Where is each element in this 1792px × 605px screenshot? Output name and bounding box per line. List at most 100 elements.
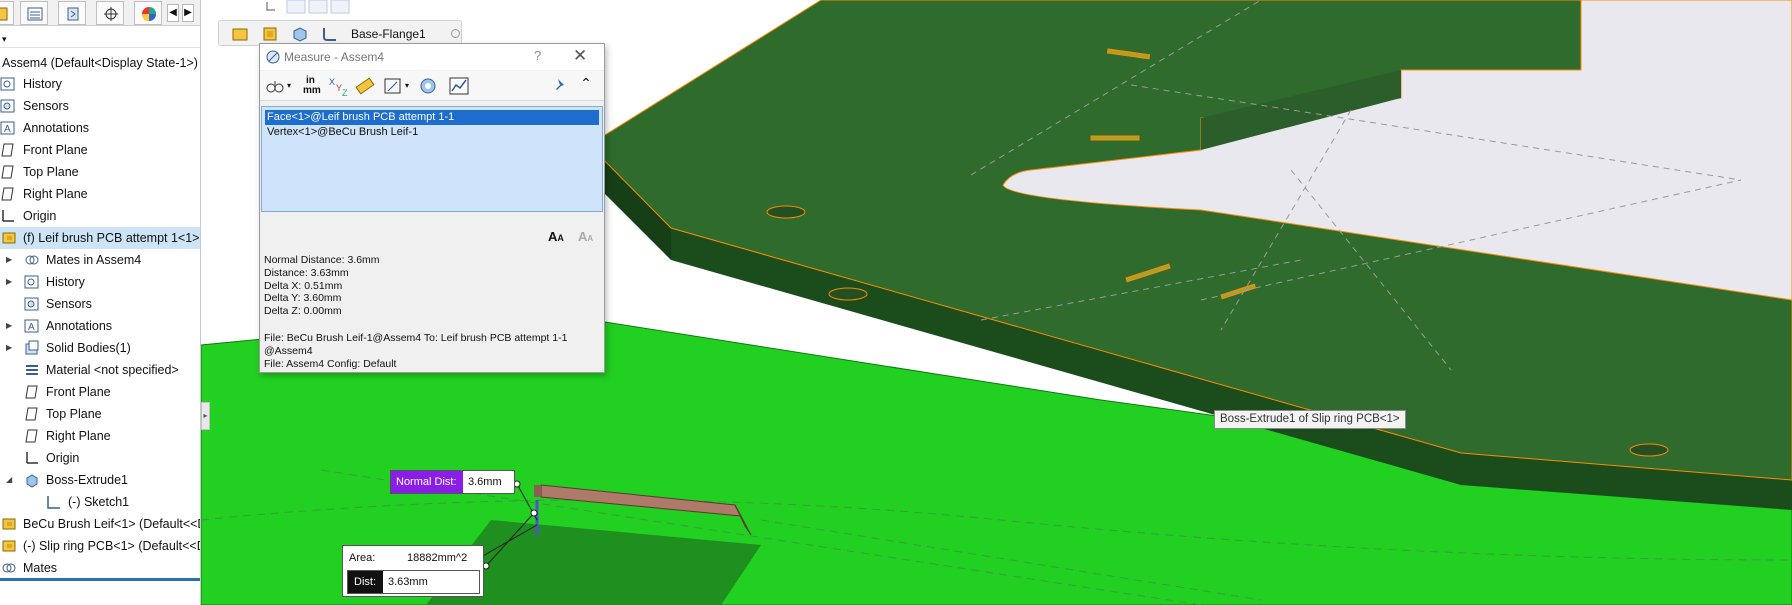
tree-item-right-plane[interactable]: Right Plane [0, 183, 200, 205]
tree-item-label: Origin [46, 451, 80, 465]
feature-tree-icon [0, 7, 8, 21]
tab-feature-manager[interactable] [0, 1, 14, 25]
tree-item-label: Front Plane [46, 385, 111, 399]
history-icon [24, 275, 39, 289]
tree-item-material[interactable]: Material <not specified> [0, 359, 200, 381]
tree-item-label: Sensors [46, 297, 92, 311]
measure-history-icon[interactable] [418, 75, 440, 97]
plane-icon [1, 165, 14, 179]
units-bottom-label: mm [303, 85, 321, 96]
annotations-icon: A [24, 319, 39, 333]
arc-circle-measure-icon[interactable] [264, 75, 286, 97]
plane-icon [25, 407, 38, 421]
plane-icon [1, 187, 14, 201]
tab-display-manager[interactable] [134, 1, 162, 25]
tree-item-mates-in-assem4[interactable]: ▶ Mates in Assem4 [0, 249, 200, 271]
tree-item-label: Boss-Extrude1 [46, 473, 128, 487]
panel-scroll-indicator [0, 578, 200, 581]
tree-item-slip-ring-pcb[interactable]: (-) Slip ring PCB<1> (Default<<De [0, 535, 200, 557]
tree-item-label: Front Plane [23, 143, 88, 157]
measure-toolbar: ▾ in mm XYZ ▾ ⌃ [260, 71, 604, 101]
tree-item-becu-brush[interactable]: BeCu Brush Leif<1> (Default<<De [0, 513, 200, 535]
selections-list[interactable]: Face<1>@Leif brush PCB attempt 1-1 Verte… [261, 106, 603, 212]
tree-item-sketch1[interactable]: (-) Sketch1 [0, 491, 200, 513]
breadcrumb-dot-icon[interactable] [451, 29, 460, 38]
help-icon[interactable]: ? [534, 48, 541, 63]
body-icon[interactable] [291, 25, 309, 43]
selection-item[interactable]: Vertex<1>@BeCu Brush Leif-1 [265, 125, 599, 140]
tree-item-label: (f) Leif brush PCB attempt 1<1> ( [23, 231, 201, 245]
file-info-line: File: Assem4 Config: Default [264, 357, 397, 370]
tree-item-part-sensors[interactable]: Sensors [0, 293, 200, 315]
panel-collapse-handle[interactable]: ▸ [201, 402, 210, 430]
projected-on-icon[interactable] [382, 75, 404, 97]
tree-item-origin[interactable]: Origin [0, 205, 200, 227]
tree-item-part-history[interactable]: ▶ History [0, 271, 200, 293]
mates-icon [2, 563, 16, 573]
breadcrumb-label[interactable]: Base-Flange1 [351, 27, 426, 41]
tree-item-part-right-plane[interactable]: Right Plane [0, 425, 200, 447]
arc-options-dropdown-icon[interactable]: ▾ [287, 81, 291, 90]
selection-tooltip: Boss-Extrude1 of Slip ring PCB<1> [1214, 410, 1406, 429]
tree-item-history[interactable]: History [0, 73, 200, 95]
tree-item-mates[interactable]: Mates [0, 557, 200, 579]
tree-root-assembly[interactable]: Assem4 (Default<Display State-1>) [0, 52, 200, 74]
expand-arrow-icon[interactable]: ▶ [6, 271, 16, 293]
tree-item-sensors[interactable]: Sensors [0, 95, 200, 117]
plane-icon [25, 385, 38, 399]
tree-item-top-plane[interactable]: Top Plane [0, 161, 200, 183]
expand-arrow-icon[interactable]: ▶ [6, 337, 16, 359]
projection-dropdown-icon[interactable]: ▾ [405, 81, 409, 90]
tabs-scroll-right-icon[interactable]: ▶ [182, 4, 194, 22]
collapse-chevron-icon[interactable]: ⌃ [575, 75, 597, 97]
pin-icon[interactable] [550, 75, 572, 97]
area-distance-callout: Area: 18882mm^2 Dist: 3.63mm [342, 545, 484, 597]
collapse-arrow-icon[interactable]: ◢ [6, 469, 16, 491]
origin-icon [26, 452, 38, 464]
selection-item[interactable]: Face<1>@Leif brush PCB attempt 1-1 [265, 110, 599, 125]
svg-text:X: X [329, 77, 335, 87]
increase-font-icon[interactable]: AA [548, 229, 564, 244]
tabs-scroll-left-icon[interactable]: ◀ [167, 4, 179, 22]
dist-value: 3.63mm [388, 576, 428, 588]
tree-item-leif-brush-pcb[interactable]: (f) Leif brush PCB attempt 1<1> ( [0, 227, 201, 249]
tree-item-boss-extrude1[interactable]: ◢ Boss-Extrude1 [0, 469, 200, 491]
view-button-icon[interactable] [286, 0, 306, 14]
measure-title-bar[interactable]: Measure - Assem4 ? ✕ [260, 44, 604, 70]
result-delta-z: Delta Z: 0.00mm [264, 305, 342, 318]
sheet-metal-icon[interactable] [321, 25, 339, 43]
tree-item-part-annotations[interactable]: ▶ A Annotations [0, 315, 200, 337]
tab-configuration-manager[interactable] [58, 1, 86, 25]
area-value: 18882mm^2 [407, 552, 468, 564]
part-icon[interactable] [261, 25, 279, 43]
tree-item-label: History [23, 77, 62, 91]
svg-text:A: A [4, 124, 11, 135]
tree-item-front-plane[interactable]: Front Plane [0, 139, 200, 161]
tree-item-solid-bodies[interactable]: ▶ Solid Bodies(1) [0, 337, 200, 359]
point-to-point-icon[interactable] [354, 75, 376, 97]
decrease-font-icon[interactable]: AA [578, 229, 593, 244]
tree-item-annotations[interactable]: A Annotations [0, 117, 200, 139]
units-precision-button[interactable]: in mm [300, 75, 322, 97]
view-button-icon[interactable] [330, 0, 350, 14]
tree-item-part-front-plane[interactable]: Front Plane [0, 381, 200, 403]
sketch-icon [47, 496, 60, 509]
tree-item-part-top-plane[interactable]: Top Plane [0, 403, 200, 425]
sketch-corner-icon[interactable] [266, 2, 275, 11]
feature-tree-filter[interactable]: ▾ [0, 26, 200, 48]
heads-up-toolbar-strip [266, 0, 350, 14]
tree-item-label: Sensors [23, 99, 69, 113]
plane-icon [1, 143, 14, 157]
create-sensor-icon[interactable] [448, 75, 470, 97]
close-icon[interactable]: ✕ [573, 46, 587, 66]
measure-results: Normal Distance: 3.6mm Distance: 3.63mm … [264, 254, 380, 318]
tree-item-part-origin[interactable]: Origin [0, 447, 200, 469]
measure-title: Measure - Assem4 [284, 50, 385, 64]
view-button-icon[interactable] [308, 0, 328, 14]
expand-arrow-icon[interactable]: ▶ [6, 315, 16, 337]
assembly-icon[interactable] [231, 25, 249, 43]
show-xyz-icon[interactable]: XY Z [328, 75, 350, 97]
tab-dimxpert-manager[interactable] [96, 1, 124, 25]
expand-arrow-icon[interactable]: ▶ [6, 249, 16, 271]
tab-property-manager[interactable] [20, 1, 48, 25]
